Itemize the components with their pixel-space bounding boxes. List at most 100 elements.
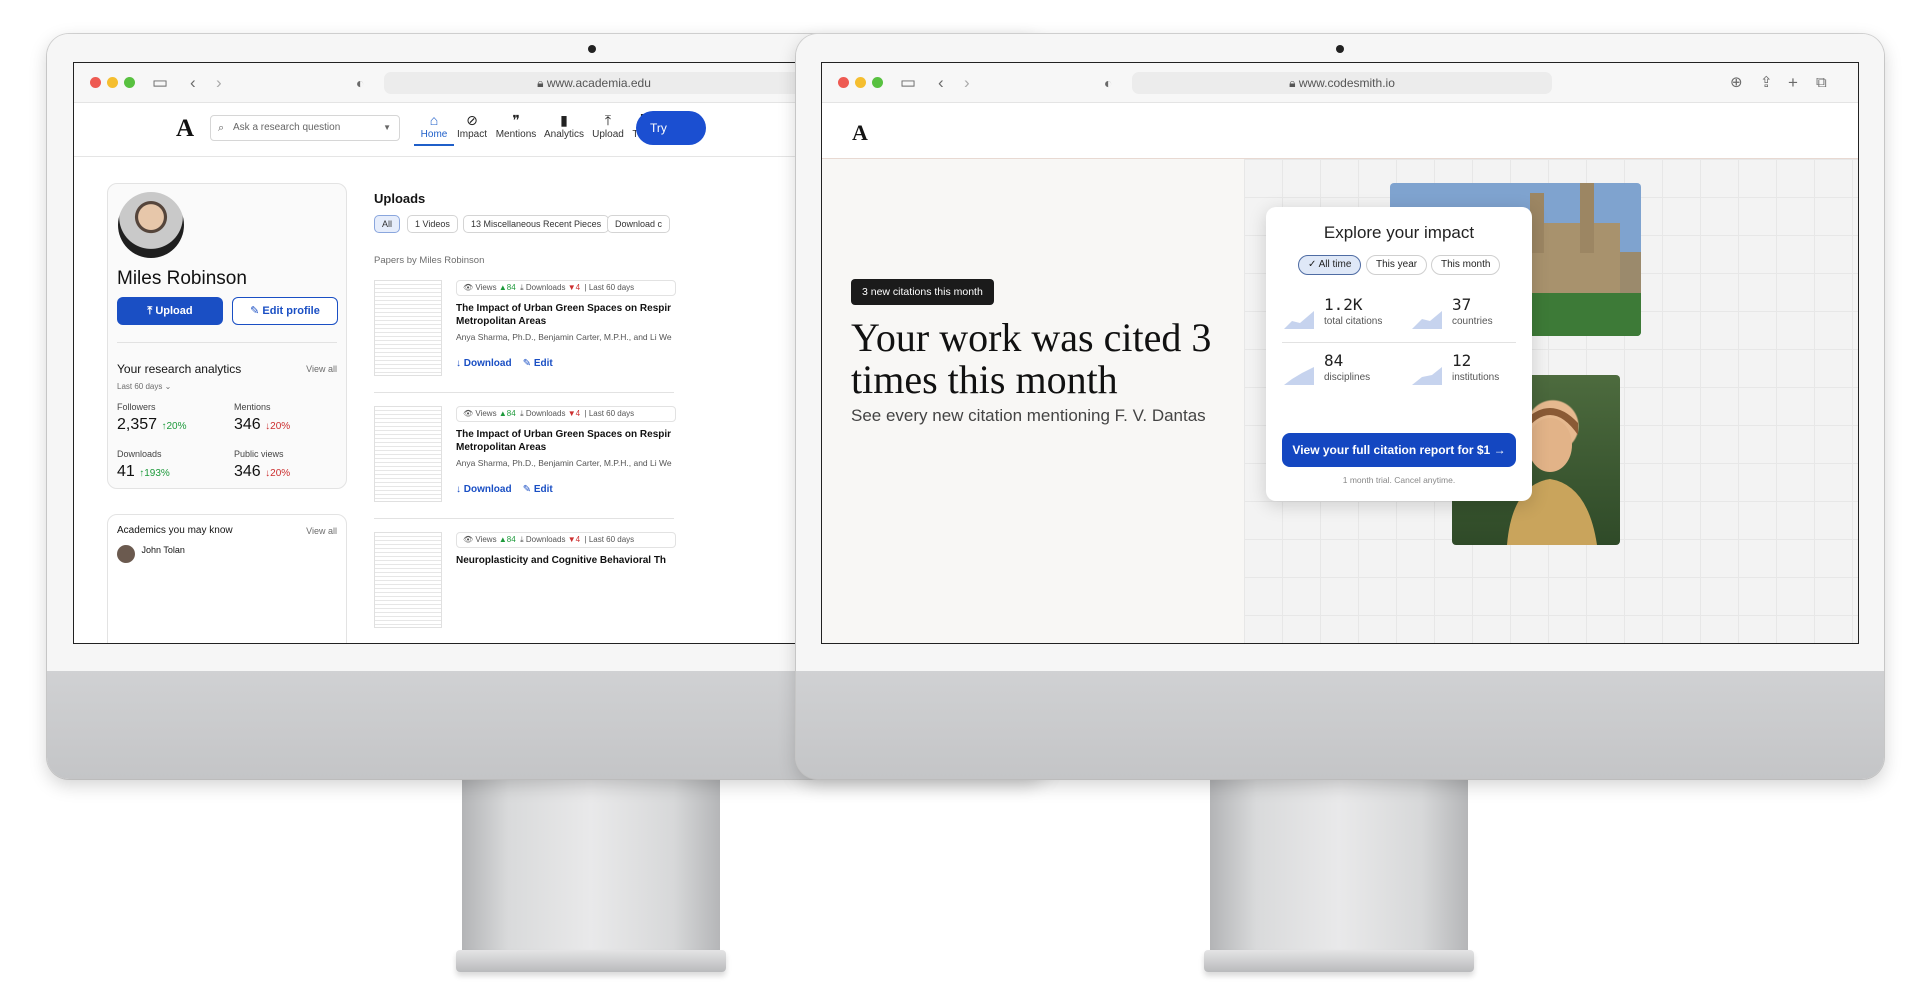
maximize-window-icon[interactable] <box>872 77 883 88</box>
new-tab-icon[interactable]: + <box>1788 72 1798 94</box>
share-icon[interactable]: ⇪ <box>1760 72 1773 94</box>
sidebar-toggle-icon[interactable]: ▭ <box>900 72 916 94</box>
metric-value: 37 <box>1452 295 1472 314</box>
filter-all-time[interactable]: ✓ All time <box>1298 255 1362 275</box>
range-label: Last 60 days <box>117 382 163 391</box>
address-bar[interactable]: 🔒︎ www.codesmith.io <box>1132 72 1552 94</box>
filter-videos[interactable]: 1 Videos <box>407 215 458 233</box>
stat-mentions-value: 346 ↓20% <box>234 416 290 434</box>
filter-download[interactable]: Download c <box>607 215 671 233</box>
nav-analytics[interactable]: ▮ Analytics <box>542 111 586 140</box>
paper-thumbnail[interactable] <box>374 532 442 628</box>
nav-mentions-label: Mentions <box>495 129 537 140</box>
filter-all[interactable]: All <box>374 215 401 233</box>
stat-public-views-delta: 20% <box>270 468 291 479</box>
search-icon: ⌕ <box>218 122 225 134</box>
address-bar[interactable]: 🔒︎ www.academia.edu <box>384 72 804 94</box>
paper-title[interactable]: The Impact of Urban Green Spaces on Resp… <box>456 302 676 328</box>
analytics-view-all-link[interactable]: View all <box>306 364 337 374</box>
metric-label: institutions <box>1452 372 1500 383</box>
stat-followers-number: 2,357 <box>117 416 158 433</box>
download-link[interactable]: ↓ Download <box>456 358 512 369</box>
left-screen: ▭ ‹ › ◐ 🔒︎ www.academia.edu A ⌕ Ask a re… <box>73 62 833 644</box>
minimize-window-icon[interactable] <box>855 77 866 88</box>
nav-mentions[interactable]: ❞ Mentions <box>494 111 538 140</box>
minimize-window-icon[interactable] <box>107 77 118 88</box>
range-label: Last 60 days <box>588 283 635 292</box>
view-citation-report-button[interactable]: View your full citation report for $1 → <box>1282 433 1516 467</box>
paper-thumbnail[interactable] <box>374 406 442 502</box>
eye-icon: 👁︎ <box>463 535 476 544</box>
paper-card[interactable]: 👁︎ Views ▲84 ⤓ Downloads ▼4 | Last 60 da… <box>374 406 676 518</box>
stat-public-views-number: 346 <box>234 463 261 480</box>
views-delta: ▲84 <box>498 409 516 418</box>
edit-link-label: Edit <box>533 484 553 495</box>
maximize-window-icon[interactable] <box>124 77 135 88</box>
download-link[interactable]: ↓ Download <box>456 484 512 495</box>
paper-title[interactable]: Neuroplasticity and Cognitive Behavioral… <box>456 554 676 567</box>
site-logo[interactable]: A <box>852 120 868 146</box>
sidebar-toggle-icon[interactable]: ▭ <box>152 72 168 94</box>
shield-icon[interactable]: ◐ <box>1104 72 1112 94</box>
downloads-label: Downloads <box>525 283 566 292</box>
upload-button[interactable]: ⤒ Upload <box>117 297 223 325</box>
paper-card[interactable]: 👁︎ Views ▲84 ⤓ Downloads ▼4 | Last 60 da… <box>374 532 676 643</box>
paper-title[interactable]: The Impact of Urban Green Spaces on Resp… <box>456 428 676 454</box>
download-link-label: Download <box>463 358 512 369</box>
eye-icon: 👁︎ <box>463 283 476 292</box>
left-monitor-stand <box>462 780 720 958</box>
paper-authors: Anya Sharma, Ph.D., Benjamin Carter, M.P… <box>456 458 672 468</box>
views-delta-value: 84 <box>506 283 516 292</box>
nav-home-label: Home <box>420 129 448 140</box>
edit-link[interactable]: ✎ Edit <box>523 358 553 369</box>
stat-followers-value: 2,357 ↑20% <box>117 416 187 434</box>
forward-icon[interactable]: › <box>216 72 222 94</box>
tabs-icon[interactable]: ⧉ <box>1816 72 1827 94</box>
site-logo[interactable]: A <box>176 115 194 143</box>
profile-card: Miles Robinson ⤒ Upload ✎ Edit profile Y… <box>107 183 347 489</box>
close-window-icon[interactable] <box>838 77 849 88</box>
right-monitor: ▭ ‹ › ◐ 🔒︎ www.codesmith.io ⊕ ⇪ + ⧉ A 3 … <box>796 34 1884 779</box>
edit-profile-button[interactable]: ✎ Edit profile <box>232 297 338 325</box>
download-icon[interactable]: ⊕ <box>1730 72 1743 94</box>
address-text: www.academia.edu <box>546 76 651 90</box>
forward-icon[interactable]: › <box>964 72 970 94</box>
metric-countries: 37 countries <box>1410 295 1526 341</box>
search-input[interactable]: ⌕ Ask a research question ▼ <box>210 115 400 141</box>
back-icon[interactable]: ‹ <box>938 72 944 94</box>
back-icon[interactable]: ‹ <box>190 72 196 94</box>
range-label: Last 60 days <box>588 409 635 418</box>
sparkline-icon <box>1284 311 1314 329</box>
try-button[interactable]: Try <box>636 111 706 145</box>
stat-followers-label: Followers <box>117 402 156 412</box>
downloads-delta-value: 4 <box>575 535 581 544</box>
range-select[interactable]: Last 60 days ⌄ <box>117 382 171 391</box>
chevron-down-icon: ⌄ <box>164 382 172 391</box>
metric-value: 12 <box>1452 351 1472 370</box>
shield-icon[interactable]: ◐ <box>356 72 364 94</box>
downloads-delta-value: 4 <box>575 283 581 292</box>
downloads-delta-value: 4 <box>575 409 581 418</box>
sparkline-icon <box>1412 367 1442 385</box>
nav-impact-label: Impact <box>456 129 487 140</box>
filter-this-year[interactable]: This year <box>1366 255 1428 275</box>
metric-label: countries <box>1452 316 1493 327</box>
nav-analytics-label: Analytics <box>543 129 584 140</box>
stat-public-views-label: Public views <box>234 449 284 459</box>
filter-misc[interactable]: 13 Miscellaneous Recent Pieces <box>463 215 610 233</box>
paper-card[interactable]: 👁︎ Views ▲84 ⤓ Downloads ▼4 | Last 60 da… <box>374 280 676 392</box>
paper-thumbnail[interactable] <box>374 280 442 376</box>
analytics-title: Your research analytics <box>117 362 242 376</box>
nav-impact[interactable]: ⊘ Impact <box>450 111 494 140</box>
sparkline-icon <box>1284 367 1314 385</box>
browser-chrome: ▭ ‹ › ◐ 🔒︎ www.academia.edu <box>74 63 832 103</box>
downloads-delta: ▼4 <box>567 409 581 418</box>
edit-link[interactable]: ✎ Edit <box>523 484 553 495</box>
stat-mentions-delta: 20% <box>270 421 291 432</box>
academics-view-all-link[interactable]: View all <box>306 526 337 536</box>
camera-icon <box>588 45 596 53</box>
filter-this-month[interactable]: This month <box>1431 255 1501 275</box>
list-item[interactable]: John Tolan <box>117 545 185 563</box>
close-window-icon[interactable] <box>90 77 101 88</box>
avatar[interactable] <box>118 192 184 258</box>
